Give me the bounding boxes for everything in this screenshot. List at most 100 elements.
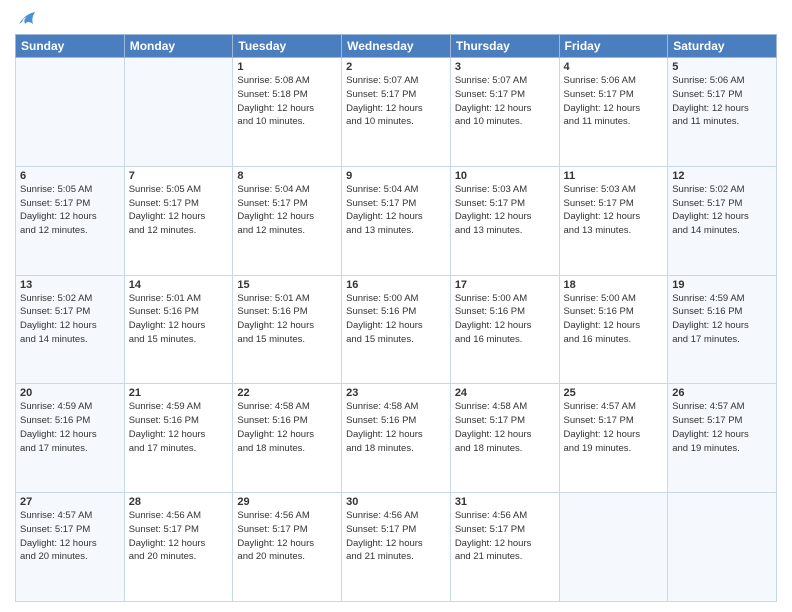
calendar-day-cell: 19Sunrise: 4:59 AM Sunset: 5:16 PM Dayli… — [668, 275, 777, 384]
calendar-day-cell: 23Sunrise: 4:58 AM Sunset: 5:16 PM Dayli… — [342, 384, 451, 493]
day-number: 30 — [346, 496, 446, 508]
day-info: Sunrise: 5:06 AM Sunset: 5:17 PM Dayligh… — [564, 74, 664, 129]
calendar-day-cell: 1Sunrise: 5:08 AM Sunset: 5:18 PM Daylig… — [233, 58, 342, 167]
calendar-day-cell: 2Sunrise: 5:07 AM Sunset: 5:17 PM Daylig… — [342, 58, 451, 167]
day-of-week-header: Friday — [559, 35, 668, 58]
calendar-day-cell: 21Sunrise: 4:59 AM Sunset: 5:16 PM Dayli… — [124, 384, 233, 493]
day-info: Sunrise: 4:58 AM Sunset: 5:16 PM Dayligh… — [237, 400, 337, 455]
calendar-day-cell: 30Sunrise: 4:56 AM Sunset: 5:17 PM Dayli… — [342, 493, 451, 602]
calendar-day-cell: 6Sunrise: 5:05 AM Sunset: 5:17 PM Daylig… — [16, 166, 125, 275]
calendar-day-cell: 14Sunrise: 5:01 AM Sunset: 5:16 PM Dayli… — [124, 275, 233, 384]
day-number: 28 — [129, 496, 229, 508]
calendar-week-row: 6Sunrise: 5:05 AM Sunset: 5:17 PM Daylig… — [16, 166, 777, 275]
calendar-day-cell — [668, 493, 777, 602]
day-info: Sunrise: 5:04 AM Sunset: 5:17 PM Dayligh… — [237, 183, 337, 238]
day-info: Sunrise: 4:56 AM Sunset: 5:17 PM Dayligh… — [346, 509, 446, 564]
day-info: Sunrise: 4:57 AM Sunset: 5:17 PM Dayligh… — [672, 400, 772, 455]
calendar-day-cell: 15Sunrise: 5:01 AM Sunset: 5:16 PM Dayli… — [233, 275, 342, 384]
logo — [15, 10, 39, 28]
calendar-day-cell: 17Sunrise: 5:00 AM Sunset: 5:16 PM Dayli… — [450, 275, 559, 384]
day-number: 9 — [346, 170, 446, 182]
day-number: 7 — [129, 170, 229, 182]
day-number: 24 — [455, 387, 555, 399]
day-number: 25 — [564, 387, 664, 399]
day-info: Sunrise: 5:02 AM Sunset: 5:17 PM Dayligh… — [20, 292, 120, 347]
day-of-week-header: Monday — [124, 35, 233, 58]
day-number: 26 — [672, 387, 772, 399]
day-info: Sunrise: 5:04 AM Sunset: 5:17 PM Dayligh… — [346, 183, 446, 238]
logo-bird-icon — [17, 10, 39, 28]
day-info: Sunrise: 4:58 AM Sunset: 5:16 PM Dayligh… — [346, 400, 446, 455]
calendar-day-cell — [16, 58, 125, 167]
calendar-day-cell: 29Sunrise: 4:56 AM Sunset: 5:17 PM Dayli… — [233, 493, 342, 602]
calendar-header-row: SundayMondayTuesdayWednesdayThursdayFrid… — [16, 35, 777, 58]
calendar-day-cell: 26Sunrise: 4:57 AM Sunset: 5:17 PM Dayli… — [668, 384, 777, 493]
calendar-day-cell: 8Sunrise: 5:04 AM Sunset: 5:17 PM Daylig… — [233, 166, 342, 275]
calendar-table: SundayMondayTuesdayWednesdayThursdayFrid… — [15, 34, 777, 602]
day-info: Sunrise: 5:05 AM Sunset: 5:17 PM Dayligh… — [20, 183, 120, 238]
day-info: Sunrise: 4:59 AM Sunset: 5:16 PM Dayligh… — [20, 400, 120, 455]
calendar-day-cell: 25Sunrise: 4:57 AM Sunset: 5:17 PM Dayli… — [559, 384, 668, 493]
day-of-week-header: Saturday — [668, 35, 777, 58]
day-number: 13 — [20, 279, 120, 291]
day-number: 2 — [346, 61, 446, 73]
calendar-day-cell — [559, 493, 668, 602]
day-number: 17 — [455, 279, 555, 291]
calendar-day-cell: 11Sunrise: 5:03 AM Sunset: 5:17 PM Dayli… — [559, 166, 668, 275]
day-number: 12 — [672, 170, 772, 182]
day-info: Sunrise: 4:59 AM Sunset: 5:16 PM Dayligh… — [129, 400, 229, 455]
day-info: Sunrise: 4:57 AM Sunset: 5:17 PM Dayligh… — [20, 509, 120, 564]
day-number: 18 — [564, 279, 664, 291]
day-info: Sunrise: 5:03 AM Sunset: 5:17 PM Dayligh… — [455, 183, 555, 238]
day-number: 29 — [237, 496, 337, 508]
calendar-day-cell: 24Sunrise: 4:58 AM Sunset: 5:17 PM Dayli… — [450, 384, 559, 493]
day-info: Sunrise: 4:56 AM Sunset: 5:17 PM Dayligh… — [455, 509, 555, 564]
day-number: 27 — [20, 496, 120, 508]
day-number: 3 — [455, 61, 555, 73]
calendar-day-cell: 28Sunrise: 4:56 AM Sunset: 5:17 PM Dayli… — [124, 493, 233, 602]
day-info: Sunrise: 5:02 AM Sunset: 5:17 PM Dayligh… — [672, 183, 772, 238]
day-number: 4 — [564, 61, 664, 73]
calendar-week-row: 20Sunrise: 4:59 AM Sunset: 5:16 PM Dayli… — [16, 384, 777, 493]
day-info: Sunrise: 4:59 AM Sunset: 5:16 PM Dayligh… — [672, 292, 772, 347]
day-number: 5 — [672, 61, 772, 73]
day-number: 10 — [455, 170, 555, 182]
calendar-day-cell: 13Sunrise: 5:02 AM Sunset: 5:17 PM Dayli… — [16, 275, 125, 384]
day-info: Sunrise: 5:07 AM Sunset: 5:17 PM Dayligh… — [455, 74, 555, 129]
calendar-day-cell: 16Sunrise: 5:00 AM Sunset: 5:16 PM Dayli… — [342, 275, 451, 384]
calendar-day-cell: 7Sunrise: 5:05 AM Sunset: 5:17 PM Daylig… — [124, 166, 233, 275]
day-info: Sunrise: 5:00 AM Sunset: 5:16 PM Dayligh… — [346, 292, 446, 347]
day-number: 15 — [237, 279, 337, 291]
calendar-day-cell: 31Sunrise: 4:56 AM Sunset: 5:17 PM Dayli… — [450, 493, 559, 602]
day-number: 1 — [237, 61, 337, 73]
day-info: Sunrise: 5:03 AM Sunset: 5:17 PM Dayligh… — [564, 183, 664, 238]
day-number: 19 — [672, 279, 772, 291]
day-of-week-header: Tuesday — [233, 35, 342, 58]
calendar-day-cell: 20Sunrise: 4:59 AM Sunset: 5:16 PM Dayli… — [16, 384, 125, 493]
calendar-week-row: 1Sunrise: 5:08 AM Sunset: 5:18 PM Daylig… — [16, 58, 777, 167]
day-number: 8 — [237, 170, 337, 182]
day-info: Sunrise: 5:01 AM Sunset: 5:16 PM Dayligh… — [129, 292, 229, 347]
calendar-day-cell: 10Sunrise: 5:03 AM Sunset: 5:17 PM Dayli… — [450, 166, 559, 275]
header — [15, 10, 777, 28]
calendar-day-cell: 27Sunrise: 4:57 AM Sunset: 5:17 PM Dayli… — [16, 493, 125, 602]
day-info: Sunrise: 5:07 AM Sunset: 5:17 PM Dayligh… — [346, 74, 446, 129]
day-info: Sunrise: 5:05 AM Sunset: 5:17 PM Dayligh… — [129, 183, 229, 238]
calendar-week-row: 27Sunrise: 4:57 AM Sunset: 5:17 PM Dayli… — [16, 493, 777, 602]
day-number: 11 — [564, 170, 664, 182]
calendar-day-cell: 9Sunrise: 5:04 AM Sunset: 5:17 PM Daylig… — [342, 166, 451, 275]
calendar-day-cell: 22Sunrise: 4:58 AM Sunset: 5:16 PM Dayli… — [233, 384, 342, 493]
day-number: 31 — [455, 496, 555, 508]
day-info: Sunrise: 5:00 AM Sunset: 5:16 PM Dayligh… — [564, 292, 664, 347]
day-number: 22 — [237, 387, 337, 399]
day-info: Sunrise: 4:57 AM Sunset: 5:17 PM Dayligh… — [564, 400, 664, 455]
day-number: 14 — [129, 279, 229, 291]
day-info: Sunrise: 5:01 AM Sunset: 5:16 PM Dayligh… — [237, 292, 337, 347]
day-info: Sunrise: 4:56 AM Sunset: 5:17 PM Dayligh… — [237, 509, 337, 564]
calendar-day-cell — [124, 58, 233, 167]
day-of-week-header: Wednesday — [342, 35, 451, 58]
calendar-week-row: 13Sunrise: 5:02 AM Sunset: 5:17 PM Dayli… — [16, 275, 777, 384]
day-number: 6 — [20, 170, 120, 182]
day-info: Sunrise: 5:08 AM Sunset: 5:18 PM Dayligh… — [237, 74, 337, 129]
day-number: 20 — [20, 387, 120, 399]
